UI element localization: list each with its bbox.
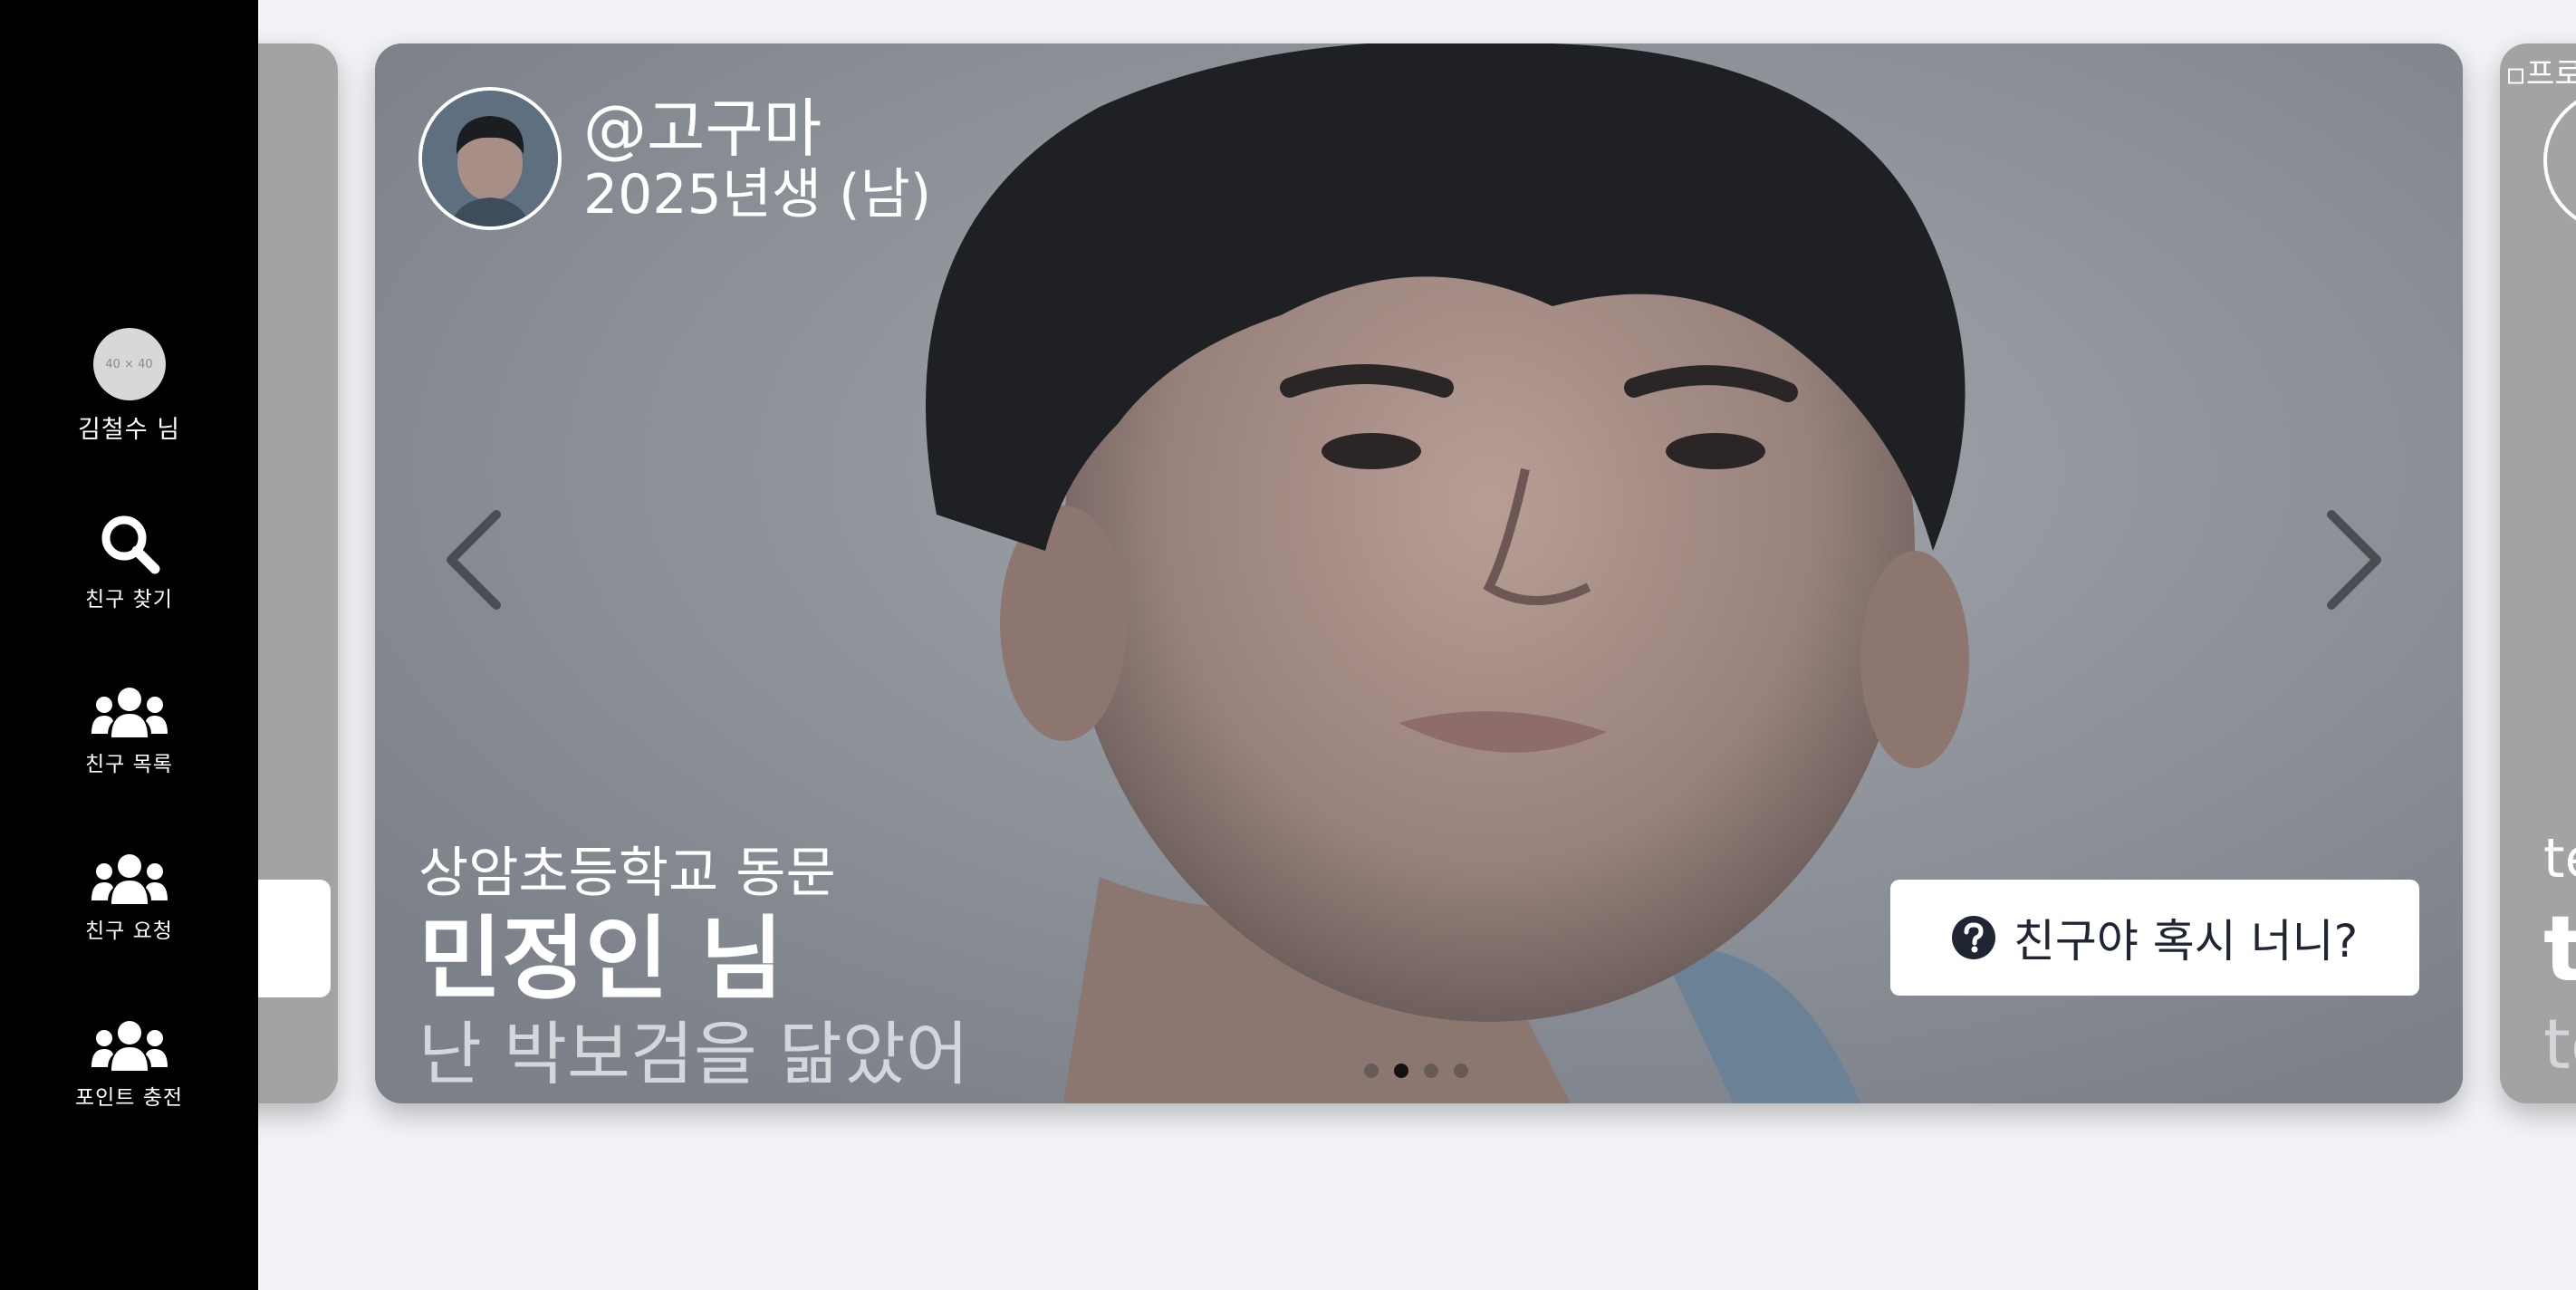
users-icon [91, 1020, 168, 1073]
page: 40 × 40 김철수 님 친구 찾기 친구 목록 친구 요청 포인트 충전 @… [0, 0, 2576, 1290]
carousel-dot-active[interactable] [1394, 1064, 1408, 1078]
avatar[interactable] [418, 87, 562, 230]
profile-info: 상암초등학교 동문 민정인 님 난 박보검을 닮았어 [418, 841, 969, 1096]
sidebar-item-friend-requests[interactable]: 친구 요청 [0, 853, 258, 944]
birth-info: 2025년생 (남) [583, 163, 932, 226]
avatar: 40 × 40 [92, 328, 166, 400]
ask-friend-button[interactable]: 친구야 혹시 너니? [1890, 880, 2419, 996]
carousel-next-button[interactable] [2313, 496, 2395, 623]
broken-image-icon: ▫ [2505, 56, 2527, 92]
profile-header: @고구마 2025년생 (남) [418, 87, 931, 230]
sidebar-item-find-friends[interactable]: 친구 찾기 [0, 513, 258, 612]
profile-name: t [2543, 896, 2576, 1002]
user-handle: @고구마 [583, 91, 822, 166]
carousel-prev-button[interactable] [433, 496, 514, 623]
search-icon [99, 513, 160, 574]
sidebar: 40 × 40 김철수 님 친구 찾기 친구 목록 친구 요청 포인트 충전 [0, 0, 258, 1290]
profile-quote: te [2543, 1004, 2576, 1084]
question-circle-icon [1951, 916, 1995, 959]
sidebar-item-label: 친구 요청 [85, 919, 173, 943]
carousel-dot[interactable] [1424, 1064, 1438, 1078]
sidebar-item-label: 포인트 충전 [74, 1086, 184, 1110]
users-icon [91, 687, 168, 739]
sidebar-item-label: 친구 찾기 [85, 588, 173, 611]
profile-info: te t te [2543, 823, 2576, 1085]
sidebar-item-friend-list[interactable]: 친구 목록 [0, 687, 258, 777]
users-icon [91, 853, 168, 906]
carousel-dot[interactable] [1454, 1064, 1468, 1078]
sidebar-item-charge-points[interactable]: 포인트 충전 [0, 1020, 258, 1111]
carousel-card-next[interactable]: ▫프로 사 te t te [2500, 43, 2576, 1103]
carousel-dot[interactable] [1364, 1064, 1379, 1078]
school-label: 상암초등학교 동문 [418, 842, 836, 905]
ask-friend-label: 친구야 혹시 너니? [2013, 915, 2359, 968]
sidebar-item-profile[interactable]: 40 × 40 김철수 님 [0, 328, 258, 445]
chevron-right-icon [2327, 510, 2381, 610]
broken-image-alt: ▫프로 [2505, 56, 2576, 92]
carousel-dots [1364, 1064, 1484, 1078]
profile-quote: 난 박보검을 닮았어 [418, 1014, 969, 1094]
carousel-card-current: @고구마 2025년생 (남) 상암초등학교 동문 민정인 님 난 박보검을 닮… [375, 43, 2463, 1103]
chevron-left-icon [447, 510, 501, 610]
avatar[interactable]: 사 [2543, 89, 2576, 232]
sidebar-item-label: 친구 목록 [85, 753, 173, 776]
profile-name: 민정인 님 [418, 906, 783, 1012]
school-label: te [2543, 827, 2576, 890]
sidebar-item-label: 김철수 님 [78, 416, 180, 444]
avatar-photo [422, 91, 558, 226]
